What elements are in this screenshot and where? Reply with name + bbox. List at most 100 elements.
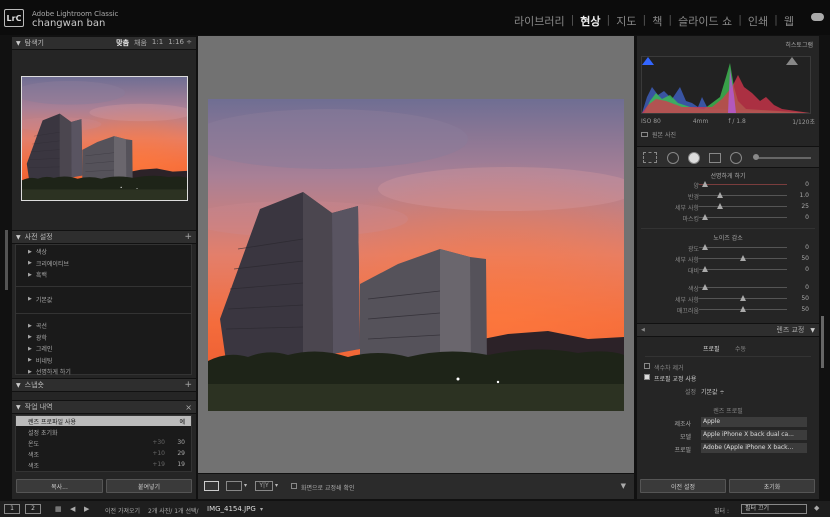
chevron-down-icon[interactable]: ▾ [260, 506, 263, 513]
crop-icon[interactable] [643, 152, 657, 163]
sharpen-masking-slider[interactable]: 마스킹 0 [637, 213, 819, 223]
filter-label: 필터 : [714, 508, 729, 515]
snapshots-header[interactable]: ▼ 스냅숏 + [12, 378, 196, 392]
clear-history-button[interactable]: × [185, 403, 192, 412]
filename[interactable]: IMG_4154.JPG [207, 505, 256, 513]
before-after-icon[interactable] [226, 481, 242, 491]
add-snapshot-button[interactable]: + [184, 380, 192, 390]
brush-slider[interactable] [755, 157, 811, 159]
module-print[interactable]: 인쇄 [742, 13, 774, 29]
left-panel-toggle[interactable] [5, 230, 8, 290]
presets-header[interactable]: ▼ 사전 설정 + [12, 230, 196, 244]
chevron-down-icon[interactable]: ▾ [275, 482, 278, 489]
lens-profile-title: 렌즈 프로필 [713, 408, 743, 415]
navigator-preview[interactable] [21, 76, 188, 201]
noise-color-slider[interactable]: 색상 0 [637, 283, 819, 293]
sharpen-amount-slider[interactable]: 양 0 [637, 180, 819, 190]
right-panel: 히스토그램 ISO 80 4mm f / 1.8 1/120초 원본 사진 선명… [637, 36, 819, 499]
lens-make-row[interactable]: 제조사 Apple [637, 417, 819, 428]
previous-settings-button[interactable]: 이전 설정 [640, 479, 726, 493]
zoom-fill[interactable]: 채움 [134, 38, 147, 48]
radial-filter-icon[interactable] [730, 152, 742, 164]
lens-model-row[interactable]: 모델 Apple iPhone X back dual ca... [637, 430, 819, 441]
history-title: 작업 내역 [24, 403, 53, 411]
lens-profile-dropdown[interactable]: Adobe (Apple iPhone X back... [701, 443, 807, 453]
filmstrip-toggle-icon[interactable]: ◆ [814, 504, 819, 512]
main-photo[interactable] [208, 99, 624, 411]
noise-luminance-slider[interactable]: 광도 0 [637, 243, 819, 253]
history-row[interactable]: 설정 초기화 [16, 427, 191, 437]
preset-group[interactable]: ▶ 선명하게 하기 [16, 366, 191, 378]
sharpen-detail-slider[interactable]: 세부 사항 25 [637, 202, 819, 212]
cloud-icon[interactable] [811, 13, 824, 21]
sharpen-radius-slider[interactable]: 반경 1.0 [637, 191, 819, 201]
zoom-1-1[interactable]: 1:1 [152, 38, 163, 48]
paste-settings-button[interactable]: 붙여넣기 [106, 479, 192, 493]
preset-group[interactable]: ▶ 색상 [16, 246, 191, 258]
lightroom-logo: LrC [4, 9, 24, 27]
reset-button[interactable]: 초기화 [729, 479, 815, 493]
history-header[interactable]: ▼ 작업 내역 × [12, 400, 196, 414]
lens-correction-header[interactable]: ◀ 렌즈 교정 ▼ [637, 323, 819, 337]
setup-dropdown[interactable]: 기본값 ÷ [701, 387, 725, 396]
module-web[interactable]: 웹 [778, 13, 800, 29]
preset-group[interactable]: ▶ 크리에이티브 [16, 258, 191, 270]
enable-profile-checkbox[interactable] [644, 374, 650, 380]
noise-smoothness-slider[interactable]: 매끄러움 50 [637, 305, 819, 315]
tab-manual[interactable]: 수동 [735, 344, 746, 353]
original-checkbox[interactable] [641, 131, 648, 137]
right-panel-scrollbar[interactable] [821, 316, 824, 368]
tab-profile[interactable]: 프로필 [703, 344, 720, 353]
history-row[interactable]: 온도 +30 30 [16, 438, 191, 448]
top-bar: LrC Adobe Lightroom Classic changwan ban… [0, 0, 830, 35]
grid-icon[interactable]: ▦ [55, 505, 62, 513]
source-label[interactable]: 이전 가져오기 [105, 506, 140, 515]
copy-settings-button[interactable]: 복사... [16, 479, 103, 493]
screen-1-button[interactable]: 1 [4, 504, 20, 514]
noise-detail-slider[interactable]: 세부 사항 50 [637, 254, 819, 264]
lens-model-dropdown[interactable]: Apple iPhone X back dual ca... [701, 430, 807, 440]
graduated-filter-icon[interactable] [709, 153, 721, 163]
back-arrow-icon[interactable]: ◀ [70, 505, 75, 513]
screen-2-button[interactable]: 2 [25, 504, 41, 514]
module-library[interactable]: 라이브러리 [508, 13, 571, 29]
preset-group[interactable]: ▶ 흑백 [16, 269, 191, 281]
preset-group[interactable]: ▶ 비네팅 [16, 355, 191, 367]
add-preset-button[interactable]: + [184, 232, 192, 242]
original-photo-row[interactable]: 원본 사진 [637, 129, 819, 139]
histogram[interactable] [641, 56, 811, 114]
module-develop[interactable]: 현상 [574, 13, 606, 29]
preset-group[interactable]: ▶ 곡선 [16, 320, 191, 332]
noise-title: 노이즈 감소 [713, 235, 743, 242]
filter-dropdown[interactable]: 필터 끄기 [741, 504, 807, 514]
module-book[interactable]: 책 [646, 13, 668, 29]
preset-group[interactable]: ▶ 기본값 [16, 294, 191, 306]
left-panel: ▼ 탐색기 맞춤 채움 1:1 1:16 ÷ ▼ 사전 설정 + ▶ 색상 ▶ 크리에이… [12, 36, 196, 499]
brush-slider-knob[interactable] [753, 154, 759, 160]
history-row-selected[interactable]: 렌즈 프로파일 사용 예 [16, 416, 191, 426]
zoom-ratio[interactable]: 1:16 ÷ [168, 38, 192, 48]
noise-contrast-slider[interactable]: 대비 0 [637, 265, 819, 275]
noise-color-detail-slider[interactable]: 세부 사항 50 [637, 294, 819, 304]
spot-removal-icon[interactable] [667, 152, 679, 164]
lens-make-dropdown[interactable]: Apple [701, 417, 807, 427]
navigator-header[interactable]: ▼ 탐색기 맞춤 채움 1:1 1:16 ÷ [12, 36, 196, 50]
loupe-view-icon[interactable] [204, 481, 219, 491]
remove-ca-label: 색수차 제거 [654, 365, 684, 372]
zoom-fit[interactable]: 맞춤 [116, 38, 129, 48]
module-map[interactable]: 지도 [610, 13, 642, 29]
forward-arrow-icon[interactable]: ▶ [84, 505, 89, 513]
presets-list: ▶ 색상 ▶ 크리에이티브 ▶ 흑백 ▶ 기본값 ▶ 곡선 ▶ 광학 ▶ 그레인 ▶ 비네팅 ▶… [15, 244, 192, 378]
before-after-toggle[interactable]: Y|Y [255, 481, 273, 491]
module-slideshow[interactable]: 슬라이드 쇼 [672, 13, 738, 29]
preset-group[interactable]: ▶ 광학 [16, 332, 191, 344]
chevron-down-icon[interactable]: ▾ [244, 482, 247, 489]
history-row[interactable]: 색조 +10 29 [16, 449, 191, 459]
preset-group[interactable]: ▶ 그레인 [16, 343, 191, 355]
history-row[interactable]: 색조 +19 19 [16, 460, 191, 470]
lens-profile-row[interactable]: 프로필 Adobe (Apple iPhone X back... [637, 443, 819, 454]
softproof-checkbox[interactable] [291, 483, 297, 489]
toolbar-menu-icon[interactable]: ▼ [621, 482, 626, 490]
red-eye-icon[interactable] [688, 152, 700, 164]
remove-ca-checkbox[interactable] [644, 363, 650, 369]
